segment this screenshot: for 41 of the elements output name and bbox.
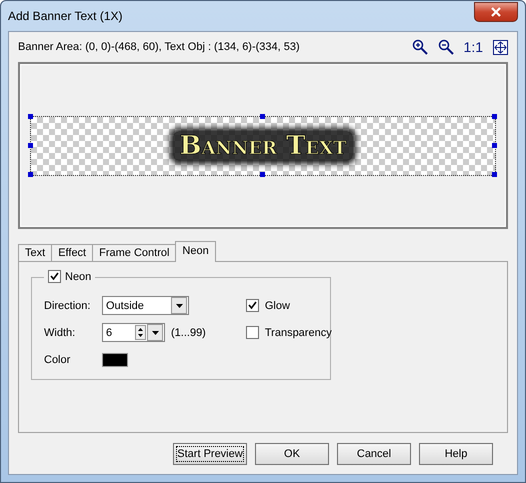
spin-arrows-icon (135, 325, 146, 340)
selection-handle[interactable] (492, 142, 497, 148)
window-title: Add Banner Text (1X) (8, 9, 123, 23)
width-range: (1...99) (171, 326, 206, 338)
banner-info: Banner Area: (0, 0)-(468, 60), Text Obj : (134, 6)-(334, 53) (18, 41, 300, 53)
selection-handle[interactable] (492, 114, 497, 118)
direction-dropdown[interactable]: Outside (102, 296, 189, 315)
tab[interactable]: Text (18, 244, 52, 262)
neon-checkbox[interactable]: Neon (44, 270, 96, 283)
dropdown-arrow-icon (176, 304, 182, 308)
color-label: Color (44, 354, 72, 366)
selection-handle[interactable] (260, 172, 265, 176)
check-icon (248, 301, 257, 310)
zoom-in-button[interactable] (412, 39, 428, 55)
selection-handle[interactable] (260, 114, 265, 118)
dialog-button[interactable]: Start Preview (173, 443, 247, 465)
dialog-button[interactable]: Help (419, 443, 493, 465)
option-checkbox[interactable]: Glow (246, 296, 332, 315)
tab[interactable]: Neon (175, 241, 216, 262)
fit-button[interactable] (493, 40, 508, 54)
selection-handle[interactable] (28, 114, 33, 118)
fit-icon (493, 40, 508, 54)
selection-handle[interactable] (492, 172, 497, 176)
width-label: Width: (44, 326, 76, 338)
color-swatch[interactable] (102, 352, 128, 366)
banner-text: Banner Text (173, 130, 352, 160)
selection-handle[interactable] (28, 142, 33, 148)
actual-size-button[interactable]: 1:1 (464, 39, 483, 55)
width-spinner[interactable]: 6 (102, 323, 165, 342)
dialog-button[interactable]: Cancel (337, 443, 411, 465)
close-icon (490, 7, 502, 17)
check-icon (50, 272, 59, 281)
selection-handle[interactable] (28, 172, 33, 176)
direction-label: Direction: (44, 300, 92, 312)
option-checkbox[interactable]: Transparency (246, 323, 332, 342)
zoom-in-icon (412, 39, 428, 55)
dialog-button[interactable]: OK (255, 443, 329, 465)
close-button[interactable] (474, 2, 518, 22)
zoom-out-icon (438, 39, 454, 55)
dropdown-arrow-icon (152, 330, 158, 334)
zoom-out-button[interactable] (438, 39, 454, 55)
